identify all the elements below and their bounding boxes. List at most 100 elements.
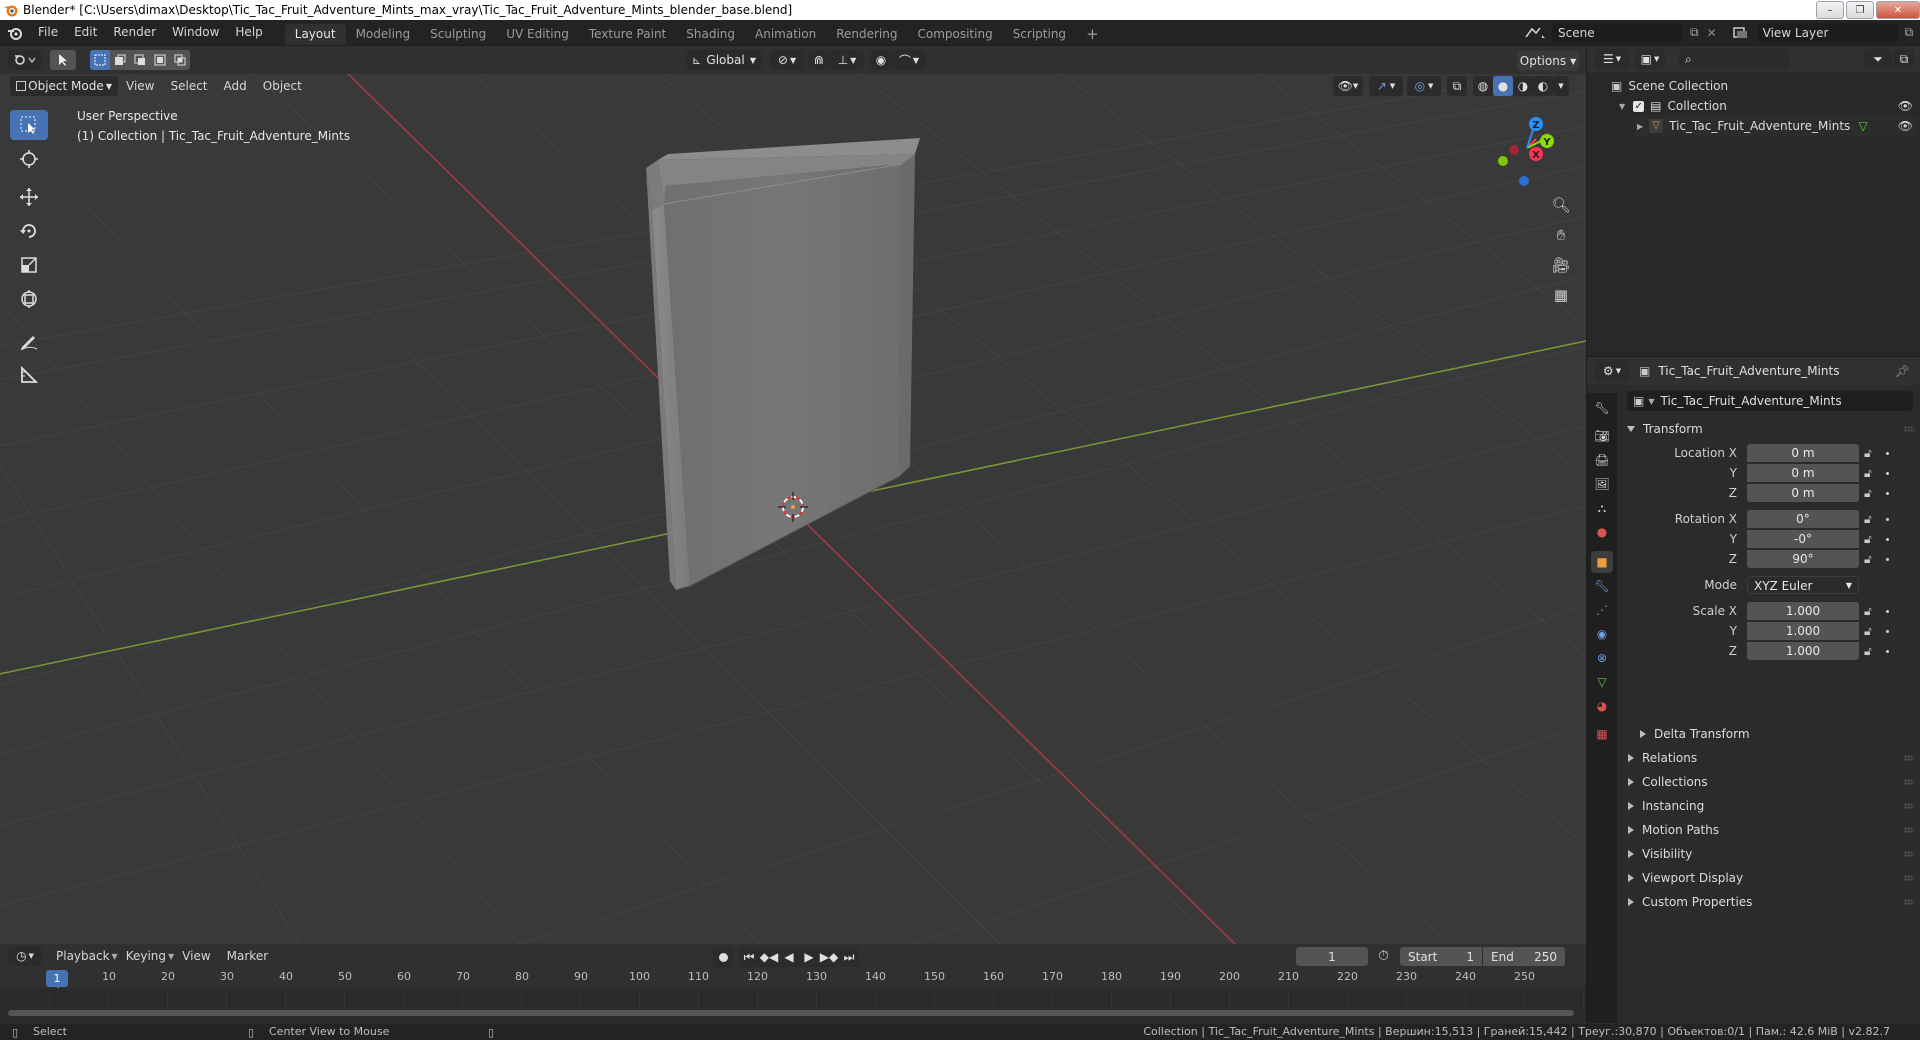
jump-start-button[interactable]: ⏮ <box>739 947 759 967</box>
scale-x-field[interactable]: 1.000 <box>1747 602 1859 620</box>
filter-dropdown[interactable]: ⏷ <box>1864 49 1892 69</box>
object-mode-dropdown[interactable]: Object Mode ▼ <box>10 76 118 96</box>
tool-move[interactable] <box>10 182 48 212</box>
add-workspace-button[interactable]: + <box>1076 24 1109 45</box>
tab-sculpting[interactable]: Sculpting <box>420 24 496 45</box>
keyframe-dot-icon[interactable] <box>1886 649 1889 653</box>
tab-constraints[interactable]: ⊗ <box>1591 647 1613 669</box>
tool-annotate[interactable] <box>10 326 48 356</box>
motion-paths-panel-header[interactable]: Motion Paths <box>1617 818 1920 842</box>
tab-object[interactable]: ■ <box>1591 551 1613 573</box>
play-reverse-button[interactable]: ◀ <box>779 947 799 967</box>
select-new-button[interactable] <box>90 50 110 70</box>
tab-world[interactable]: ● <box>1591 521 1613 543</box>
keyframe-dot-icon[interactable] <box>1886 517 1889 521</box>
solid-shading-button[interactable]: ● <box>1493 76 1513 96</box>
jump-end-button[interactable]: ⏭ <box>839 947 859 967</box>
prev-keyframe-button[interactable]: ◆◀ <box>759 947 779 967</box>
tab-compositing[interactable]: Compositing <box>907 24 1002 45</box>
keyframe-dot-icon[interactable] <box>1886 557 1889 561</box>
stopwatch-icon[interactable]: ⏱ <box>1378 948 1389 964</box>
tab-texture[interactable]: ▦ <box>1591 723 1613 745</box>
drag-grip-icon[interactable] <box>1904 875 1914 881</box>
shading-options-dropdown[interactable]: ▼ <box>1553 76 1569 96</box>
maximize-button[interactable]: ❐ <box>1846 1 1874 19</box>
outliner-object-row[interactable]: ▶ ▽ Tic_Tac_Fruit_Adventure_Mints ▽ 👁 <box>1635 116 1917 136</box>
delta-transform-subpanel[interactable]: Delta Transform <box>1629 722 1909 746</box>
display-mode-dropdown[interactable]: ▣ ▼ <box>1635 49 1665 69</box>
navigation-gizmo[interactable]: Y X Z <box>1490 110 1560 190</box>
scene-icon[interactable] <box>1524 25 1548 41</box>
minimize-button[interactable]: – <box>1816 1 1844 19</box>
new-scene-icon[interactable]: ⧉ <box>1690 25 1699 40</box>
overlay-toggle[interactable]: ◎ ▼ <box>1407 76 1441 96</box>
tab-tool[interactable]: 🔧︎ <box>1591 397 1613 419</box>
menu-window[interactable]: Window <box>164 20 227 45</box>
properties-editor-type-button[interactable]: ⚙ ▼ <box>1595 361 1629 381</box>
play-button[interactable]: ▶ <box>799 947 819 967</box>
select-intersect-button[interactable] <box>170 50 190 70</box>
location-x-field[interactable]: 0 m <box>1747 444 1859 462</box>
tab-material[interactable]: ◕ <box>1591 695 1613 717</box>
3d-viewport[interactable]: ⊾ Global ▼ ⊘ ▼ ⋒ ⊥ ▼ ◉ ⌒ ▼ Options ▼ Object… <box>0 46 1586 944</box>
record-button[interactable] <box>713 947 733 967</box>
new-collection-button[interactable]: ⧉ <box>1894 49 1914 69</box>
eye-icon[interactable]: 👁 <box>1898 99 1913 113</box>
checkbox-icon[interactable]: ✓ <box>1633 100 1645 112</box>
viewport-menu-view[interactable]: View <box>118 74 162 99</box>
instancing-panel-header[interactable]: Instancing <box>1617 794 1920 818</box>
rendered-shading-button[interactable]: ◐ <box>1533 76 1553 96</box>
location-y-field[interactable]: 0 m <box>1747 464 1859 482</box>
outliner-editor-type-button[interactable]: ☰ ▼ <box>1595 49 1629 69</box>
lock-icon[interactable]: 🔓︎ <box>1864 446 1878 460</box>
timeline-track-area[interactable] <box>0 988 1586 1008</box>
select-tool-button[interactable] <box>50 50 76 70</box>
select-extend-button[interactable] <box>110 50 130 70</box>
lock-icon[interactable]: 🔓︎ <box>1864 466 1878 480</box>
delete-scene-icon[interactable]: ✕ <box>1707 26 1717 40</box>
tab-shading[interactable]: Shading <box>676 24 745 45</box>
custom-properties-panel-header[interactable]: Custom Properties <box>1617 890 1920 914</box>
timeline-menu-playback[interactable]: Playback <box>48 944 118 969</box>
proportional-falloff-dropdown[interactable]: ⌒ ▼ <box>892 50 926 70</box>
wireframe-shading-button[interactable]: ◍ <box>1473 76 1493 96</box>
scale-z-field[interactable]: 1.000 <box>1747 642 1859 660</box>
keyframe-dot-icon[interactable] <box>1886 609 1889 613</box>
tab-texture-paint[interactable]: Texture Paint <box>579 24 676 45</box>
location-z-field[interactable]: 0 m <box>1747 484 1859 502</box>
lock-icon[interactable]: 🔓︎ <box>1864 624 1878 638</box>
close-button[interactable]: ✕ <box>1876 1 1920 19</box>
tab-modeling[interactable]: Modeling <box>346 24 421 45</box>
lock-icon[interactable]: 🔓︎ <box>1864 604 1878 618</box>
select-subtract-button[interactable] <box>130 50 150 70</box>
timeline-menu-view[interactable]: View <box>174 944 218 969</box>
timeline-scrollbar[interactable] <box>8 1010 1574 1016</box>
tab-view-layer[interactable]: 🖼︎ <box>1591 473 1613 495</box>
rotation-y-field[interactable]: -0° <box>1747 530 1859 548</box>
object-name-field[interactable]: ▣ ▼ Tic_Tac_Fruit_Adventure_Mints <box>1627 391 1913 411</box>
menu-help[interactable]: Help <box>227 20 270 45</box>
gizmo-toggle[interactable]: ↗ ▼ <box>1369 76 1403 96</box>
playhead-frame-indicator[interactable]: 1 <box>46 970 68 987</box>
snap-toggle[interactable]: ⋒ <box>808 50 830 70</box>
drag-grip-icon[interactable] <box>1904 827 1914 833</box>
next-keyframe-button[interactable]: ▶◆ <box>819 947 839 967</box>
keyframe-dot-icon[interactable] <box>1886 537 1889 541</box>
tab-physics[interactable]: ◉ <box>1591 623 1613 645</box>
menu-render[interactable]: Render <box>105 20 164 45</box>
drag-grip-icon[interactable] <box>1904 899 1914 905</box>
camera-view-button[interactable]: 🎥︎ <box>1548 252 1574 278</box>
material-shading-button[interactable]: ◑ <box>1513 76 1533 96</box>
menu-file[interactable]: File <box>30 20 66 45</box>
scale-y-field[interactable]: 1.000 <box>1747 622 1859 640</box>
scene-selector[interactable]: Scene <box>1552 23 1682 42</box>
collections-panel-header[interactable]: Collections <box>1617 770 1920 794</box>
start-frame-field[interactable]: Start 1 <box>1400 947 1482 966</box>
viewport-menu-add[interactable]: Add <box>216 74 255 99</box>
pin-icon[interactable]: 📌︎ <box>1895 364 1910 378</box>
outliner-search-input[interactable]: ⌕ <box>1679 49 1789 69</box>
tab-modifiers[interactable]: 🔧︎ <box>1591 575 1613 597</box>
drag-grip-icon[interactable] <box>1904 779 1914 785</box>
tab-mesh-data[interactable]: ▽ <box>1591 671 1613 693</box>
tool-rotate[interactable] <box>10 216 48 246</box>
